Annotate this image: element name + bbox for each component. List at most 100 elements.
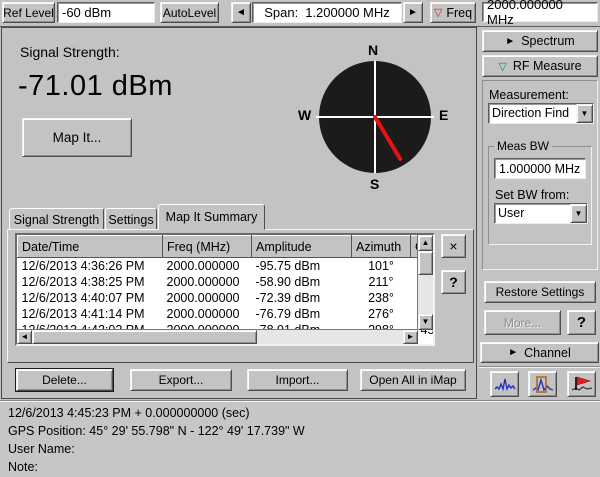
more-button[interactable]: More... — [484, 310, 561, 335]
autolevel-button-label: AutoLevel — [163, 6, 216, 20]
restore-settings-label: Restore Settings — [496, 285, 585, 299]
channel-section-button[interactable]: ► Channel — [480, 342, 599, 363]
ref-level-input[interactable]: -60 dBm — [57, 2, 155, 23]
map-it-button[interactable]: Map It... — [22, 118, 132, 157]
spectrum-trace-button[interactable] — [490, 371, 519, 397]
column-header-3[interactable]: Azimuth — [352, 236, 411, 258]
scroll-left-button[interactable]: ◄ — [17, 330, 32, 344]
measurement-select[interactable]: Direction Find ▼ — [488, 103, 594, 124]
import-button-label: Import... — [275, 373, 319, 387]
table-row[interactable]: 12/6/2013 4:41:14 PM2000.000000-76.79 dB… — [18, 306, 436, 322]
open-all-imap-button-label: Open All in iMap — [369, 373, 456, 387]
dropdown-arrow-icon[interactable]: ▼ — [570, 204, 587, 223]
close-summary-button[interactable]: × — [441, 234, 466, 258]
set-bw-from-select[interactable]: User ▼ — [494, 203, 588, 224]
table-row[interactable]: 12/6/2013 4:40:07 PM2000.000000-72.39 dB… — [18, 290, 436, 306]
table-cell[interactable]: 2000.000000 — [163, 306, 252, 322]
autolevel-button[interactable]: AutoLevel — [160, 2, 219, 23]
column-header-2[interactable]: Amplitude — [252, 236, 352, 258]
table-cell[interactable]: -76.79 dBm — [252, 306, 352, 322]
table-row[interactable]: 12/6/2013 4:36:26 PM2000.000000-95.75 dB… — [18, 258, 436, 275]
right-arrow-icon: ► — [407, 333, 415, 341]
flag-marker-button[interactable] — [567, 371, 596, 397]
span-display[interactable]: Span: 1.200000 MHz — [252, 2, 402, 23]
dropdown-arrow-icon[interactable]: ▼ — [576, 104, 593, 123]
table-cell[interactable]: 12/6/2013 4:36:26 PM — [18, 258, 163, 275]
table-cell[interactable]: -58.90 dBm — [252, 274, 352, 290]
summary-grid-header: Date/TimeFreq (MHz)AmplitudeAzimuthGPS — [18, 236, 436, 258]
channel-arrow-icon: ► — [508, 347, 518, 358]
table-cell[interactable]: -72.39 dBm — [252, 290, 352, 306]
signal-strength-label: Signal Strength: — [20, 44, 120, 60]
ref-level-button-label: Ref Level — [3, 6, 54, 20]
table-cell[interactable]: -95.75 dBm — [252, 258, 352, 275]
vertical-scroll-thumb[interactable] — [418, 251, 433, 275]
restore-settings-button[interactable]: Restore Settings — [484, 281, 596, 303]
compass-north-label: N — [368, 42, 378, 58]
signal-strength-value: -71.01 dBm — [18, 70, 173, 103]
table-cell[interactable]: 2000.000000 — [163, 274, 252, 290]
table-cell[interactable]: 12/6/2013 4:41:14 PM — [18, 306, 163, 322]
export-button[interactable]: Export... — [130, 369, 232, 391]
import-button[interactable]: Import... — [247, 369, 348, 391]
vertical-scroll-track[interactable] — [418, 275, 433, 314]
spectrum-trace-icon — [494, 376, 516, 392]
right-arrow-icon: ► — [408, 7, 418, 18]
column-header-1[interactable]: Freq (MHz) — [163, 236, 252, 258]
horizontal-scroll-track[interactable] — [257, 330, 403, 344]
rf-measure-triangle-icon: ▽ — [498, 60, 506, 73]
table-cell[interactable]: 238° — [352, 290, 411, 306]
table-horizontal-scrollbar[interactable]: ◄ ► — [17, 329, 418, 344]
table-cell[interactable]: 276° — [352, 306, 411, 322]
delete-button-label: Delete... — [42, 373, 87, 387]
ref-level-value: -60 dBm — [62, 5, 111, 20]
open-all-imap-button[interactable]: Open All in iMap — [360, 369, 466, 391]
table-cell[interactable]: 2000.000000 — [163, 290, 252, 306]
left-arrow-icon: ◄ — [236, 7, 246, 18]
column-header-0[interactable]: Date/Time — [18, 236, 163, 258]
scroll-up-button[interactable]: ▲ — [418, 235, 433, 251]
table-help-button[interactable]: ? — [441, 270, 466, 294]
meas-bw-value: 1.000000 MHz — [499, 162, 580, 176]
meas-bw-input[interactable]: 1.000000 MHz — [494, 158, 586, 179]
spectrum-section-button[interactable]: ► Spectrum — [482, 30, 598, 52]
freq-button[interactable]: ▽ Freq — [430, 2, 476, 23]
rf-measure-section-button[interactable]: ▽ RF Measure — [482, 55, 598, 77]
app-window: Ref Level -60 dBm AutoLevel ◄ Span: 1.20… — [0, 0, 600, 477]
span-increase-button[interactable]: ► — [403, 2, 423, 23]
frequency-value: 2000.000000 MHz — [487, 0, 593, 27]
up-arrow-icon: ▲ — [422, 239, 430, 247]
status-note: Note: — [0, 458, 600, 476]
sidebar-help-button[interactable]: ? — [567, 310, 596, 335]
status-gps-position: GPS Position: 45° 29' 55.798" N - 122° 4… — [0, 422, 600, 440]
table-cell[interactable]: 101° — [352, 258, 411, 275]
scroll-down-button[interactable]: ▼ — [418, 314, 433, 330]
status-user-name: User Name: — [0, 440, 600, 458]
meas-bw-group: Meas BW 1.000000 MHz Set BW from: User ▼ — [488, 146, 592, 245]
scroll-right-button[interactable]: ► — [403, 330, 418, 344]
freq-marker-triangle-icon: ▽ — [434, 6, 442, 19]
table-row[interactable]: 12/6/2013 4:38:25 PM2000.000000-58.90 dB… — [18, 274, 436, 290]
table-cell[interactable]: 12/6/2013 4:40:07 PM — [18, 290, 163, 306]
span-label: Span: — [264, 5, 298, 20]
tab-map-it-summary[interactable]: Map It Summary — [158, 204, 265, 230]
help-icon: ? — [449, 274, 458, 290]
summary-table: Date/TimeFreq (MHz)AmplitudeAzimuthGPS 1… — [15, 233, 435, 346]
table-cell[interactable]: 2000.000000 — [163, 258, 252, 275]
compass-west-label: W — [298, 107, 311, 123]
frequency-input[interactable]: 2000.000000 MHz — [482, 2, 598, 22]
tab-signal-strength[interactable]: Signal Strength — [9, 208, 104, 230]
meas-bw-group-label: Meas BW — [494, 139, 552, 153]
horizontal-scroll-thumb[interactable] — [32, 330, 257, 344]
tab-settings[interactable]: Settings — [105, 208, 157, 230]
left-arrow-icon: ◄ — [21, 333, 29, 341]
export-button-label: Export... — [159, 373, 204, 387]
table-vertical-scrollbar[interactable]: ▲ ▼ — [417, 235, 433, 330]
table-cell[interactable]: 12/6/2013 4:38:25 PM — [18, 274, 163, 290]
spectrum-section-label: Spectrum — [521, 34, 575, 48]
delete-button[interactable]: Delete... — [16, 369, 113, 391]
span-decrease-button[interactable]: ◄ — [231, 2, 251, 23]
ref-level-button[interactable]: Ref Level — [2, 2, 55, 23]
spectrum-zoom-button[interactable] — [528, 371, 557, 397]
table-cell[interactable]: 211° — [352, 274, 411, 290]
